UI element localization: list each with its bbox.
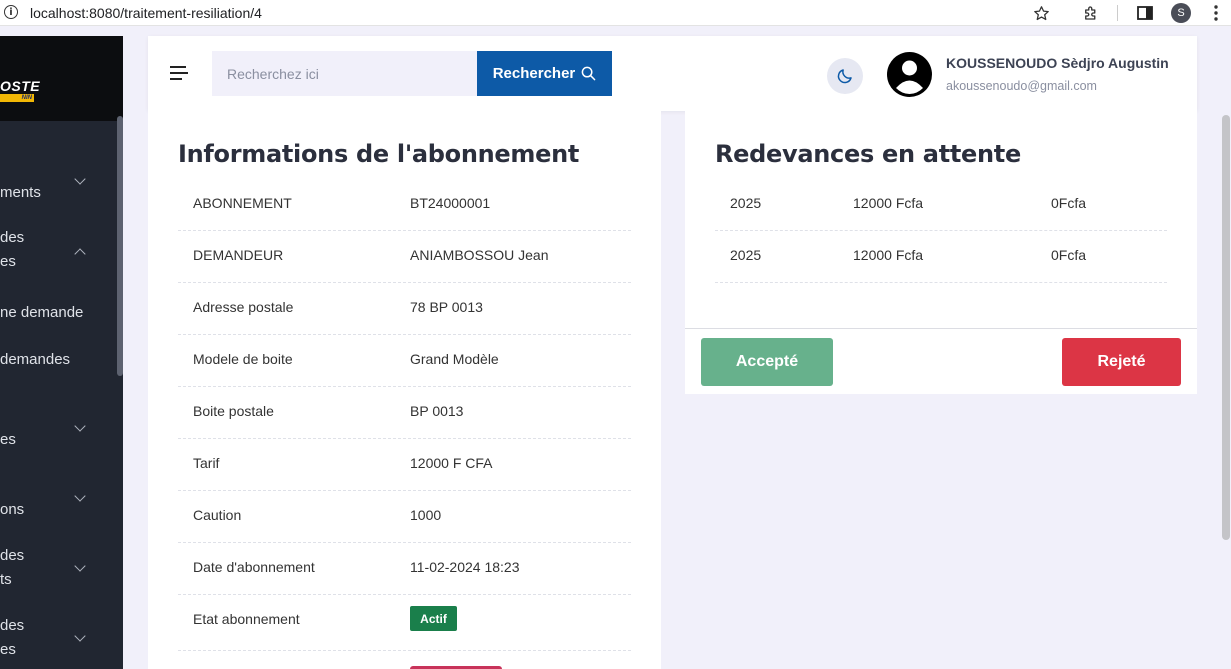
logo-band: NIN <box>0 94 34 102</box>
sidebar-item-1[interactable]: des es <box>0 226 24 274</box>
pending-fees-card: Redevances en attente 2025 12000 Fcfa 0F… <box>685 111 1197 394</box>
sidebar-scrollbar[interactable] <box>117 116 123 376</box>
card-footer-divider <box>685 328 1197 329</box>
toolbar-divider <box>1117 5 1118 21</box>
sidebar-item-label-line2: ts <box>0 571 12 588</box>
accept-button[interactable]: Accepté <box>701 338 833 386</box>
browser-menu-icon[interactable] <box>1207 4 1225 22</box>
reject-button[interactable]: Rejeté <box>1062 338 1181 386</box>
chevron-down-icon <box>74 173 86 185</box>
sidebar-item-label: des <box>0 547 25 564</box>
sidebar-logo-area: OSTE NIN <box>0 36 123 121</box>
sidebar-item-label: des <box>0 617 25 634</box>
info-value: ANIAMBOSSOU Jean <box>410 247 549 263</box>
sidebar-item-6[interactable]: des ts <box>0 544 24 592</box>
card-title: Informations de l'abonnement <box>178 140 580 168</box>
chevron-up-icon <box>74 248 86 260</box>
chevron-down-icon <box>74 630 86 642</box>
sidebar-item-label: ons <box>0 501 25 518</box>
info-row: Boite postale BP 0013 <box>178 387 631 439</box>
menu-toggle-icon[interactable] <box>170 66 188 80</box>
fee-paid: 0Fcfa <box>1051 247 1087 263</box>
info-label: Boite postale <box>193 403 274 419</box>
fee-amount: 12000 Fcfa <box>853 195 924 211</box>
sidebar-item-4[interactable]: es <box>0 428 16 452</box>
info-label: Adresse postale <box>193 299 294 315</box>
info-value: Grand Modèle <box>410 351 499 367</box>
info-row: ABONNEMENT BT24000001 <box>178 179 631 231</box>
sidebar: OSTE NIN ments des es ne demande demande… <box>0 36 123 669</box>
sidebar-item-label: ments <box>0 184 41 201</box>
info-label: Modele de boite <box>193 351 293 367</box>
table-row: 2025 12000 Fcfa 0Fcfa <box>715 179 1167 231</box>
sidebar-subitem-requests[interactable]: demandes <box>0 348 70 372</box>
sidebar-item-label-line2: es <box>0 641 16 658</box>
info-value: 78 BP 0013 <box>410 299 483 315</box>
info-value: 12000 F CFA <box>410 455 493 471</box>
info-row: DEMANDEUR ANIAMBOSSOU Jean <box>178 231 631 283</box>
search-input[interactable] <box>212 51 477 96</box>
info-label: ABONNEMENT <box>193 195 292 211</box>
chevron-down-icon <box>74 420 86 432</box>
info-value: 11-02-2024 18:23 <box>410 559 520 575</box>
side-panel-icon[interactable] <box>1136 4 1154 22</box>
sidebar-item-label: demandes <box>0 351 71 368</box>
info-label: Etat abonnement <box>193 611 300 627</box>
sidebar-subitem-new-request[interactable]: ne demande <box>0 301 83 325</box>
sidebar-item-label: es <box>0 431 16 448</box>
info-row: Etat abonnement Actif <box>178 595 631 651</box>
extensions-icon[interactable] <box>1082 4 1100 22</box>
info-row: Tarif 12000 F CFA <box>178 439 631 491</box>
browser-toolbar: i localhost:8080/traitement-resiliation/… <box>0 0 1231 26</box>
sidebar-item-label-line2: es <box>0 253 16 270</box>
fee-paid: 0Fcfa <box>1051 195 1087 211</box>
status-badge: Actif <box>410 606 457 631</box>
sidebar-item-7[interactable]: des es <box>0 614 24 662</box>
sidebar-item-0[interactable]: ments <box>0 181 41 205</box>
profile-avatar[interactable]: S <box>1171 3 1191 23</box>
subscription-info-card: Informations de l'abonnement ABONNEMENT … <box>148 111 661 669</box>
chevron-down-icon <box>74 560 86 572</box>
info-value: BP 0013 <box>410 403 464 419</box>
address-bar[interactable]: localhost:8080/traitement-resiliation/4 <box>30 5 262 21</box>
user-avatar[interactable] <box>887 52 932 97</box>
info-row: Adresse postale 78 BP 0013 <box>178 283 631 335</box>
info-row: Caution 1000 <box>178 491 631 543</box>
table-row: 2025 12000 Fcfa 0Fcfa <box>715 231 1167 283</box>
moon-icon <box>837 69 852 84</box>
fee-year: 2025 <box>730 247 762 263</box>
bookmark-star-icon[interactable] <box>1032 4 1050 22</box>
info-label: Date d'abonnement <box>193 559 315 575</box>
search-button[interactable]: Rechercher <box>477 51 612 96</box>
sidebar-item-label: des <box>0 229 25 246</box>
fee-year: 2025 <box>730 195 762 211</box>
fee-amount: 12000 Fcfa <box>853 247 924 263</box>
search-icon <box>581 66 596 81</box>
card-title: Redevances en attente <box>715 140 1021 168</box>
sidebar-item-label: ne demande <box>0 304 84 321</box>
chevron-down-icon <box>74 490 86 502</box>
top-header: Rechercher KOUSSENOUDO Sèdjro Augustin a… <box>148 36 1197 111</box>
info-label: DEMANDEUR <box>193 247 284 263</box>
info-value: 1000 <box>410 507 442 523</box>
logo[interactable]: OSTE NIN <box>0 78 40 102</box>
info-label: Tarif <box>193 455 220 471</box>
info-row: Date d'abonnement 11-02-2024 18:23 <box>178 543 631 595</box>
user-email: akoussenoudo@gmail.com <box>946 79 1097 93</box>
user-name[interactable]: KOUSSENOUDO Sèdjro Augustin <box>946 55 1169 71</box>
info-label: Caution <box>193 507 242 523</box>
logo-text: OSTE <box>0 78 41 94</box>
search-button-label: Rechercher <box>492 65 576 82</box>
site-info-icon[interactable]: i <box>4 5 18 19</box>
info-value: BT24000001 <box>410 195 491 211</box>
theme-toggle-button[interactable] <box>827 58 863 94</box>
page-scrollbar-thumb[interactable] <box>1222 115 1230 540</box>
info-row: Modele de boite Grand Modèle <box>178 335 631 387</box>
sidebar-item-5[interactable]: ons <box>0 498 24 522</box>
